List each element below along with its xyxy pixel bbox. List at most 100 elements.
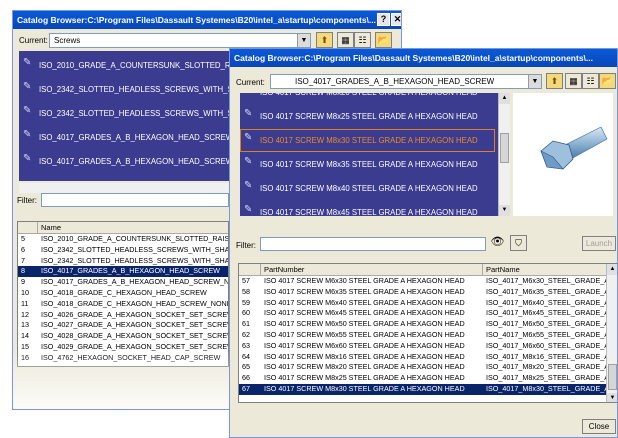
- filter-input[interactable]: [260, 237, 486, 251]
- list-item[interactable]: ✎ ISO 4017 SCREW M8x45 STEEL GRADE A HEX…: [240, 201, 510, 217]
- row-part-number: ISO 4017 SCREW M6x40 STEEL GRADE A HEXAG…: [264, 297, 465, 307]
- front-results-table: PartNumber PartName 57 ISO 4017 SCREW M6x…: [238, 263, 617, 403]
- table-row[interactable]: 65 ISO 4017 SCREW M8x20 STEEL GRADE A HEX…: [239, 362, 608, 373]
- row-part-name: ISO_4017_M6x30_STEEL_GRADE_A: [486, 276, 608, 285]
- table-row[interactable]: 13 ISO_4027_GRADE_A_HEXAGON_SOCKET_SET_SC…: [18, 320, 228, 331]
- row-name: ISO_4018_GRADE_C_HEXAGON_HEAD_SCREW_NONF: [41, 298, 228, 308]
- current-label: Current:: [236, 78, 265, 87]
- scroll-up-icon[interactable]: ▲: [499, 93, 510, 104]
- back-icon-scrollbar[interactable]: [19, 183, 229, 193]
- row-part-number: ISO 4017 SCREW M8x30 STEEL GRADE A HEXAG…: [264, 384, 465, 393]
- row-part-name: ISO_4017_M8x30_STEEL_GRADE_A: [486, 384, 608, 393]
- table-row[interactable]: 7 ISO_2342_SLOTTED_HEADLESS_SCREWS_WITH_S…: [18, 256, 228, 267]
- column-header-partname[interactable]: PartName: [483, 264, 609, 276]
- table-row[interactable]: 14 ISO_4028_GRADE_A_HEXAGON_SOCKET_SET_SC…: [18, 331, 228, 342]
- list-item[interactable]: ✎ ISO 4017 SCREW M8x35 STEEL GRADE A HEX…: [240, 153, 510, 176]
- column-header-partnumber[interactable]: PartNumber: [261, 264, 483, 276]
- table-row[interactable]: 9 ISO_4017_GRADES_A_B_HEXAGON_HEAD_SCREW_…: [18, 277, 228, 288]
- table-scrollbar[interactable]: ▲ ▼: [606, 264, 617, 402]
- up-folder-icon[interactable]: ⬆: [316, 32, 333, 48]
- row-number: 57: [242, 276, 250, 285]
- scroll-thumb[interactable]: [500, 133, 509, 163]
- list-item-selected[interactable]: ✎ ISO 4017 SCREW M8x30 STEEL GRADE A HEX…: [240, 129, 495, 152]
- screw-icon: ✎: [244, 108, 253, 119]
- row-number: 61: [242, 319, 250, 329]
- table-row[interactable]: 5 ISO_2010_GRADE_A_COUNTERSUNK_SLOTTED_RA…: [18, 234, 228, 245]
- filter-label: Filter:: [236, 241, 256, 250]
- table-row[interactable]: 64 ISO 4017 SCREW M8x16 STEEL GRADE A HEX…: [239, 351, 608, 363]
- icon-panel-scrollbar[interactable]: ▲ ▼: [498, 93, 510, 216]
- table-row[interactable]: 8 ISO_4017_GRADES_A_B_HEXAGON_HEAD_SCREW: [18, 266, 228, 278]
- column-header-number[interactable]: [239, 264, 261, 276]
- chevron-down-icon[interactable]: ▼: [297, 34, 310, 47]
- current-combo[interactable]: Screws ▼: [49, 33, 311, 48]
- row-name: ISO_2010_GRADE_A_COUNTERSUNK_SLOTTED_RAI…: [41, 234, 228, 243]
- table-row[interactable]: 63 ISO 4017 SCREW M6x60 STEEL GRADE A HEX…: [239, 340, 608, 352]
- table-row[interactable]: 62 ISO 4017 SCREW M6x55 STEEL GRADE A HEX…: [239, 330, 608, 341]
- filter-input[interactable]: [41, 193, 229, 207]
- table-row[interactable]: 58 ISO 4017 SCREW M6x35 STEEL GRADE A HEX…: [239, 286, 608, 298]
- icon-view-icon[interactable]: ▦: [337, 32, 354, 48]
- row-part-name: ISO_4017_M8x25_STEEL_GRADE_A: [486, 373, 608, 383]
- scroll-down-icon[interactable]: ▼: [607, 393, 617, 402]
- help-icon[interactable]: ?: [377, 13, 390, 26]
- open-folder-icon[interactable]: 📂: [599, 73, 616, 89]
- screw-icon: ✎: [23, 153, 32, 164]
- row-name: ISO_2342_SLOTTED_HEADLESS_SCREWS_WITH_SH…: [41, 244, 228, 254]
- row-name: ISO_4017_GRADES_A_B_HEXAGON_HEAD_SCREW: [41, 266, 220, 276]
- launch-button[interactable]: Launch: [582, 236, 616, 251]
- row-part-number: ISO 4017 SCREW M6x35 STEEL GRADE A HEXAG…: [264, 286, 465, 296]
- close-icon[interactable]: ✕: [391, 13, 401, 26]
- up-folder-icon[interactable]: ⬆: [546, 73, 563, 89]
- table-row[interactable]: 59 ISO 4017 SCREW M6x40 STEEL GRADE A HEX…: [239, 297, 608, 309]
- row-number: 58: [242, 286, 250, 296]
- row-number: 60: [242, 308, 250, 318]
- table-row[interactable]: 67 ISO 4017 SCREW M8x30 STEEL GRADE A HEX…: [239, 384, 608, 395]
- row-part-number: ISO 4017 SCREW M8x16 STEEL GRADE A HEXAG…: [264, 351, 465, 361]
- row-part-number: ISO 4017 SCREW M6x50 STEEL GRADE A HEXAG…: [264, 319, 465, 329]
- table-row[interactable]: 57 ISO 4017 SCREW M6x30 STEEL GRADE A HEX…: [239, 276, 608, 287]
- table-row[interactable]: 60 ISO 4017 SCREW M6x45 STEEL GRADE A HEX…: [239, 308, 608, 319]
- row-part-name: ISO_4017_M8x20_STEEL_GRADE_A: [486, 362, 608, 372]
- filter-icon[interactable]: ⛉: [510, 235, 527, 251]
- current-combo[interactable]: ISO_4017_GRADES_A_B_HEXAGON_HEAD_SCREW ▼: [270, 74, 542, 89]
- screw-icon: ✎: [244, 93, 254, 95]
- row-part-number: ISO 4017 SCREW M6x45 STEEL GRADE A HEXAG…: [264, 308, 465, 318]
- table-row[interactable]: 66 ISO 4017 SCREW M8x25 STEEL GRADE A HEX…: [239, 373, 608, 384]
- close-button[interactable]: Close: [582, 419, 616, 434]
- list-item[interactable]: ✎ ISO 4017 SCREW M8x40 STEEL GRADE A HEX…: [240, 177, 510, 200]
- scroll-up-icon[interactable]: ▲: [607, 264, 617, 275]
- back-results-table: Name 5 ISO_2010_GRADE_A_COUNTERSUNK_SLOTT…: [17, 221, 229, 367]
- list-item[interactable]: ✎ ISO 4017 SCREW M8x20 STEEL GRADE A HEX…: [240, 93, 510, 104]
- column-header-name[interactable]: Name: [38, 222, 228, 234]
- row-number: 63: [242, 340, 250, 350]
- row-name: ISO_4018_GRADE_C_HEXAGON_HEAD_SCREW: [41, 288, 207, 297]
- list-view-icon[interactable]: ☷: [582, 73, 599, 89]
- table-row[interactable]: 12 ISO_4026_GRADE_A_HEXAGON_SOCKET_SET_SC…: [18, 310, 228, 321]
- front-table-body: 57 ISO 4017 SCREW M6x30 STEEL GRADE A HEX…: [239, 276, 608, 402]
- row-part-name: ISO_4017_M8x16_STEEL_GRADE_A: [486, 351, 608, 361]
- list-item[interactable]: ✎ ISO_4017_GRADES_A_B_HEXAGON_HEAD_SCREW: [19, 126, 229, 149]
- list-item[interactable]: ✎ ISO_2342_SLOTTED_HEADLESS_SCREWS_WITH_…: [19, 78, 229, 101]
- row-name: ISO_4028_GRADE_A_HEXAGON_SOCKET_SET_SCRE…: [41, 331, 228, 341]
- table-row[interactable]: 6 ISO_2342_SLOTTED_HEADLESS_SCREWS_WITH_S…: [18, 245, 228, 256]
- table-row[interactable]: 10 ISO_4018_GRADE_C_HEXAGON_HEAD_SCREW: [18, 288, 228, 299]
- list-item[interactable]: ✎ ISO_2010_GRADE_A_COUNTERSUNK_SLOTTED_R…: [19, 54, 229, 77]
- row-part-number: ISO 4017 SCREW M6x60 STEEL GRADE A HEXAG…: [264, 340, 465, 350]
- front-icon-panel: ✎ ISO 4017 SCREW M8x20 STEEL GRADE A HEX…: [240, 93, 510, 216]
- chevron-down-icon[interactable]: ▼: [528, 75, 541, 88]
- icon-view-icon[interactable]: ▦: [565, 73, 582, 89]
- table-row[interactable]: 11 ISO_4018_GRADE_C_HEXAGON_HEAD_SCREW_NO…: [18, 299, 228, 310]
- list-item[interactable]: ✎ ISO_2342_SLOTTED_HEADLESS_SCREWS_WITH_…: [19, 102, 229, 125]
- list-item[interactable]: ✎ ISO 4017 SCREW M8x25 STEEL GRADE A HEX…: [240, 105, 510, 128]
- list-view-icon[interactable]: ☷: [354, 32, 371, 48]
- scroll-thumb[interactable]: [608, 364, 617, 390]
- open-folder-icon[interactable]: 📂: [375, 32, 392, 48]
- table-row[interactable]: 61 ISO 4017 SCREW M6x50 STEEL GRADE A HEX…: [239, 319, 608, 330]
- row-part-number: ISO 4017 SCREW M6x30 STEEL GRADE A HEXAG…: [264, 276, 465, 285]
- list-item[interactable]: ✎ ISO_4017_GRADES_A_B_HEXAGON_HEAD_SCREW…: [19, 150, 229, 173]
- scroll-down-icon[interactable]: ▼: [499, 205, 510, 216]
- binoculars-icon[interactable]: 👁: [489, 235, 506, 251]
- front-window-title: Catalog Browser:C:\Program Files\Dassaul…: [230, 49, 617, 67]
- column-header-number[interactable]: [18, 222, 38, 234]
